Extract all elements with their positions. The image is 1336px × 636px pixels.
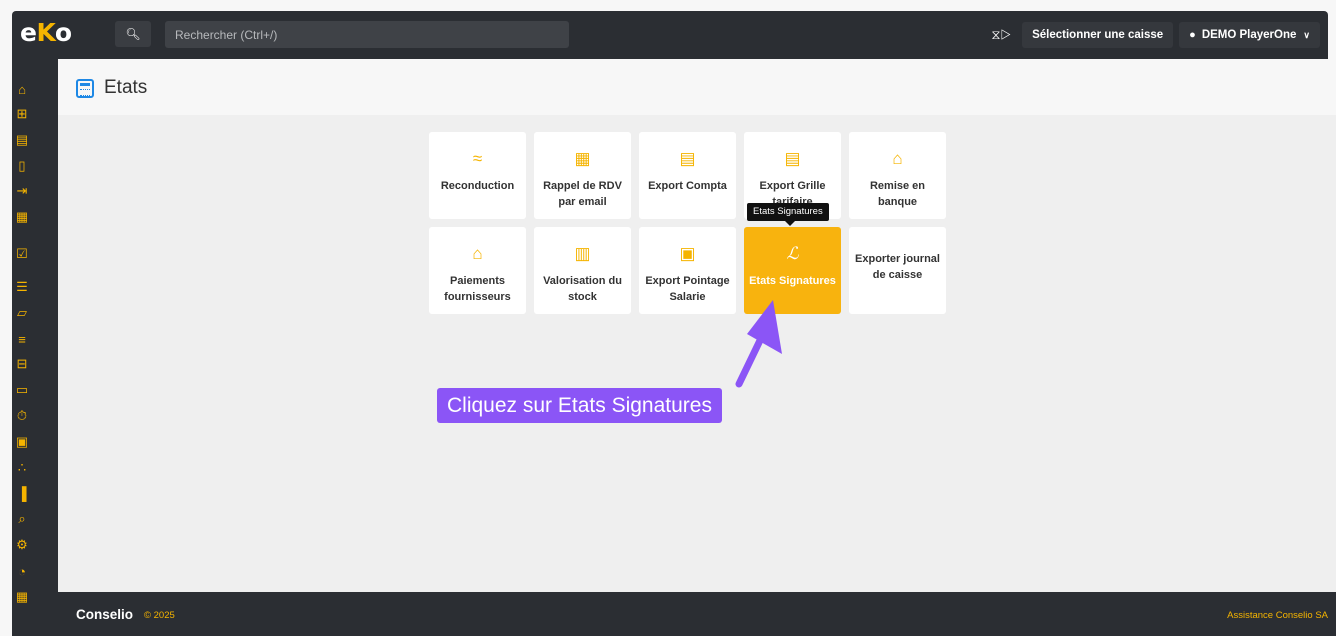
calendar-icon: ▦ <box>574 149 591 168</box>
calendar-check-icon[interactable]: ☑ <box>12 244 32 264</box>
instruction-callout: Cliquez sur Etats Signatures <box>437 388 722 423</box>
chevron-down-icon: ∨ <box>1303 29 1310 40</box>
tile-reconduction[interactable]: ≈ Reconduction <box>429 132 526 219</box>
register-toggle-icon[interactable]: ⧖▷ <box>986 22 1016 48</box>
search-button[interactable]: 🔍︎ <box>115 21 151 47</box>
home-icon[interactable]: ⌂ <box>12 79 32 99</box>
pie-chart-icon[interactable]: ◔ <box>12 561 32 581</box>
bank-icon: ⌂ <box>472 244 483 263</box>
page-title-wrap: Etats <box>76 77 147 99</box>
tile-valorisation-stock[interactable]: ▥ Valorisation du stock <box>534 227 631 314</box>
eko-logo[interactable]: eKo <box>20 18 72 47</box>
top-right-actions: ⧖▷ Sélectionner une caisse ● DEMO Player… <box>986 21 1320 49</box>
footer: Conselio © 2025 Assistance Conselio SA <box>58 592 1336 636</box>
search-icon: 🔍︎ <box>125 27 141 41</box>
stopwatch-icon[interactable]: ⏱ <box>12 406 32 426</box>
tooltip: Etats Signatures <box>747 203 829 226</box>
user-name: DEMO PlayerOne <box>1201 29 1297 41</box>
assistance-link[interactable]: Assistance Conselio SA <box>1227 610 1328 621</box>
search-icon[interactable]: ⌕ <box>12 509 32 529</box>
select-register-button[interactable]: Sélectionner une caisse <box>1022 22 1174 48</box>
sidebar-inner: ⌂ ⊞ ▤ ▯ ⇥ ▦ ☑ ☰ ▱ ≡ ⊟ ▭ ⏱ ▣ ∴ ▐ ⌕ ⚙ ◔ ▦ <box>12 59 58 636</box>
tile-export-compta[interactable]: ▤ Export Compta <box>639 132 736 219</box>
select-register-label: Sélectionner une caisse <box>1032 29 1164 41</box>
network-icon[interactable]: ∴ <box>12 458 32 478</box>
calculator-icon: ▤ <box>679 149 696 168</box>
tile-label: Etats Signatures <box>749 275 836 287</box>
tile-export-pointage[interactable]: ▣ Export Pointage Salarie <box>639 227 736 314</box>
tile-label: Paiements fournisseurs <box>444 275 511 303</box>
checklist-icon[interactable]: ☰ <box>12 277 32 297</box>
gears-icon[interactable]: ⚙ <box>12 535 32 555</box>
building-icon: ▥ <box>574 244 591 263</box>
top-bar: eKo 🔍︎ ⧖▷ Sélectionner une caisse ● DEMO… <box>0 0 1336 59</box>
footer-copyright: © 2025 <box>144 610 175 621</box>
document-icon[interactable]: ▯ <box>12 156 32 176</box>
plus-square-icon[interactable]: ⊞ <box>12 104 32 124</box>
calendar-icon[interactable]: ▦ <box>12 207 32 227</box>
tile-remise-banque[interactable]: ⌂ Remise en banque <box>849 132 946 219</box>
page-title: Etats <box>104 77 148 98</box>
calculator-icon <box>76 78 94 98</box>
list-icon[interactable]: ▤ <box>12 130 32 150</box>
calculator-icon[interactable]: ▦ <box>12 587 32 607</box>
tile-label: Export Pointage Salarie <box>645 275 730 303</box>
tags-icon[interactable]: ≡ <box>12 329 32 349</box>
tile-label: Export Compta <box>648 180 727 192</box>
user-menu-button[interactable]: ● DEMO PlayerOne ∨ <box>1179 22 1320 48</box>
page-header: Etats <box>58 59 1336 115</box>
hierarchy-icon[interactable]: ⊟ <box>12 354 32 374</box>
tile-label: Valorisation du stock <box>543 275 622 303</box>
top-bar-inner: eKo 🔍︎ ⧖▷ Sélectionner une caisse ● DEMO… <box>12 11 1328 59</box>
tile-label: Remise en banque <box>869 180 926 208</box>
footer-brand: Conselio <box>76 607 134 622</box>
sidebar: ⌂ ⊞ ▤ ▯ ⇥ ▦ ☑ ☰ ▱ ≡ ⊟ ▭ ⏱ ▣ ∴ ▐ ⌕ ⚙ ◔ ▦ <box>0 59 62 636</box>
tile-rappel-rdv[interactable]: ▦ Rappel de RDV par email <box>534 132 631 219</box>
user-icon: ● <box>1189 29 1196 41</box>
folder-icon[interactable]: ▱ <box>12 303 32 323</box>
badge-icon[interactable]: ▣ <box>12 432 32 452</box>
tile-exporter-journal[interactable]: Exporter journal de caisse <box>849 227 946 314</box>
list-icon: ▤ <box>784 149 801 168</box>
tile-label: Rappel de RDV par email <box>543 180 622 208</box>
search-input[interactable] <box>165 21 569 48</box>
id-badge-icon: ▣ <box>679 244 696 263</box>
handshake-icon: ≈ <box>472 149 483 168</box>
signature-icon: ℒ <box>786 244 799 264</box>
tile-label: Exporter journal de caisse <box>855 253 940 281</box>
tile-label: Reconduction <box>440 180 515 192</box>
exit-doc-icon[interactable]: ⇥ <box>12 181 32 201</box>
cash-register-icon[interactable]: ▭ <box>12 380 32 400</box>
bank-icon: ⌂ <box>892 149 903 168</box>
pointer-arrow-icon <box>735 300 782 388</box>
tile-paiements-fournisseurs[interactable]: ⌂ Paiements fournisseurs <box>429 227 526 314</box>
bar-chart-icon[interactable]: ▐ <box>12 483 32 503</box>
